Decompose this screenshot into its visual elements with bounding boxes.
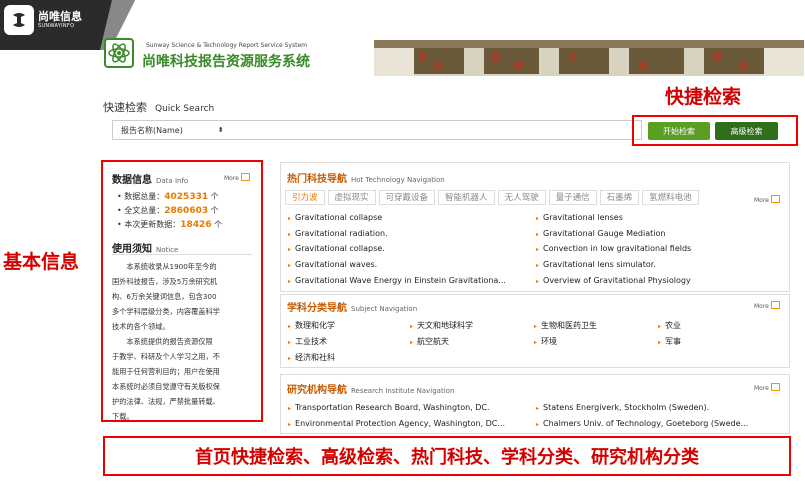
tab-robots[interactable]: 智能机器人 bbox=[438, 190, 495, 205]
data-info-title: 数据信息 Data Info bbox=[112, 175, 189, 186]
notice-paragraph-2: 本系统提供的报告资源仅限 于教学、科研及个人学习之用，不 能用于任何营利目的；用… bbox=[112, 337, 220, 421]
subject-more-link[interactable]: More bbox=[754, 301, 780, 310]
hot-tech-more-link[interactable]: More bbox=[754, 195, 780, 204]
institute-link[interactable]: Environmental Protection Agency, Washing… bbox=[288, 419, 505, 428]
institute-link[interactable]: Transportation Research Board, Washingto… bbox=[288, 403, 490, 412]
data-info-more-link[interactable]: More bbox=[224, 173, 250, 182]
subject-title: 学科分类导航 Subject Navigation bbox=[287, 303, 418, 314]
quick-search-title: 快速检索 Quick Search bbox=[103, 101, 215, 114]
hot-tech-link[interactable]: Gravitational Gauge Mediation bbox=[536, 229, 665, 238]
subject-item[interactable]: 生物和医药卫生 bbox=[534, 320, 597, 331]
tab-driverless[interactable]: 无人驾驶 bbox=[497, 190, 546, 205]
notice-paragraph-1: 本系统收录从1900年至今的 国外科技报告，涉及5万余研究机 构、6万余关键词信… bbox=[112, 262, 220, 331]
tab-gravitational-wave[interactable]: 引力波 bbox=[285, 190, 325, 205]
hot-tech-link[interactable]: Gravitational collapse bbox=[288, 213, 382, 222]
subject-item[interactable]: 天文和地球科学 bbox=[410, 320, 473, 331]
corner-logo-en: SUNWAYINFO bbox=[38, 23, 75, 29]
hot-tech-link[interactable]: Gravitational radiation. bbox=[288, 229, 388, 238]
atom-emblem-icon bbox=[104, 38, 134, 68]
hot-tech-tabs: 引力波 虚拟现实 可穿戴设备 智能机器人 无人驾驶 量子通信 石墨烯 氢燃料电池 bbox=[285, 190, 702, 205]
hot-tech-link[interactable]: Convection in low gravitational fields bbox=[536, 244, 691, 253]
search-buttons-highlight: 开始检索 高级检索 bbox=[632, 115, 798, 146]
hot-tech-link[interactable]: Gravitational waves. bbox=[288, 260, 377, 269]
tab-quantum[interactable]: 量子通信 bbox=[548, 190, 597, 205]
hot-tech-link[interactable]: Gravitational lens simulator. bbox=[536, 260, 656, 269]
search-field-value: 报告名称(Name) bbox=[121, 125, 183, 135]
hot-tech-link[interactable]: Overview of Gravitational Physiology bbox=[536, 276, 691, 285]
search-field-select[interactable]: 报告名称(Name) ⬍ bbox=[112, 120, 642, 140]
basic-info-annotation: 基本信息 bbox=[3, 251, 80, 273]
sunway-logo-icon bbox=[4, 5, 34, 35]
tab-virtual-reality[interactable]: 虚拟现实 bbox=[327, 190, 376, 205]
start-search-button[interactable]: 开始检索 bbox=[648, 122, 710, 140]
features-annotation: 首页快捷检索、高级检索、热门科技、学科分类、研究机构分类 bbox=[103, 436, 791, 476]
notice-divider bbox=[112, 254, 252, 255]
institute-more-link[interactable]: More bbox=[754, 383, 780, 392]
subject-item[interactable]: 农业 bbox=[658, 320, 681, 331]
stat-fulltext: • 全文总量：2860603 个 bbox=[117, 206, 219, 216]
institute-title: 研究机构导航 Research Institute Navigation bbox=[287, 385, 455, 396]
subject-item[interactable]: 工业技术 bbox=[288, 336, 327, 347]
corner-logo-cn: 尚唯信息 bbox=[38, 10, 82, 23]
stat-updated: • 本次更新数据：18426 个 bbox=[117, 220, 223, 230]
hot-tech-link[interactable]: Gravitational collapse. bbox=[288, 244, 385, 253]
subject-item[interactable]: 航空航天 bbox=[410, 336, 449, 347]
subject-item[interactable]: 数理和化学 bbox=[288, 320, 335, 331]
quick-search-annotation: 快捷检索 bbox=[665, 86, 742, 108]
site-title-en: Sunway Science & Technology Report Servi… bbox=[146, 42, 307, 49]
hot-tech-link[interactable]: Gravitational lenses bbox=[536, 213, 623, 222]
select-arrows-icon: ⬍ bbox=[217, 126, 224, 134]
tab-fuel-cell[interactable]: 氢燃料电池 bbox=[642, 190, 699, 205]
library-photo bbox=[374, 40, 804, 76]
tab-wearables[interactable]: 可穿戴设备 bbox=[378, 190, 436, 205]
notice-title: 使用须知 Notice bbox=[112, 244, 179, 255]
subject-item[interactable]: 经济和社科 bbox=[288, 352, 335, 363]
advanced-search-button[interactable]: 高级检索 bbox=[715, 122, 778, 140]
institute-link[interactable]: Statens Energiverk, Stockholm (Sweden). bbox=[536, 403, 709, 412]
site-title-cn: 尚唯科技报告资源服务系统 bbox=[142, 54, 310, 70]
hot-tech-link[interactable]: Gravitational Wave Energy in Einstein Gr… bbox=[288, 276, 506, 285]
subject-item[interactable]: 军事 bbox=[658, 336, 681, 347]
tab-graphene[interactable]: 石墨烯 bbox=[599, 190, 640, 205]
site-logo[interactable]: Sunway Science & Technology Report Servi… bbox=[104, 38, 310, 70]
institute-link[interactable]: Chalmers Univ. of Technology, Goeteborg … bbox=[536, 419, 748, 428]
hot-tech-title: 热门科技导航 Hot Technology Navigation bbox=[287, 174, 445, 185]
subject-item[interactable]: 环境 bbox=[534, 336, 557, 347]
corner-logo: 尚唯信息 SUNWAYINFO bbox=[4, 5, 82, 35]
stat-total: • 数据总量：4025331 个 bbox=[117, 192, 219, 202]
